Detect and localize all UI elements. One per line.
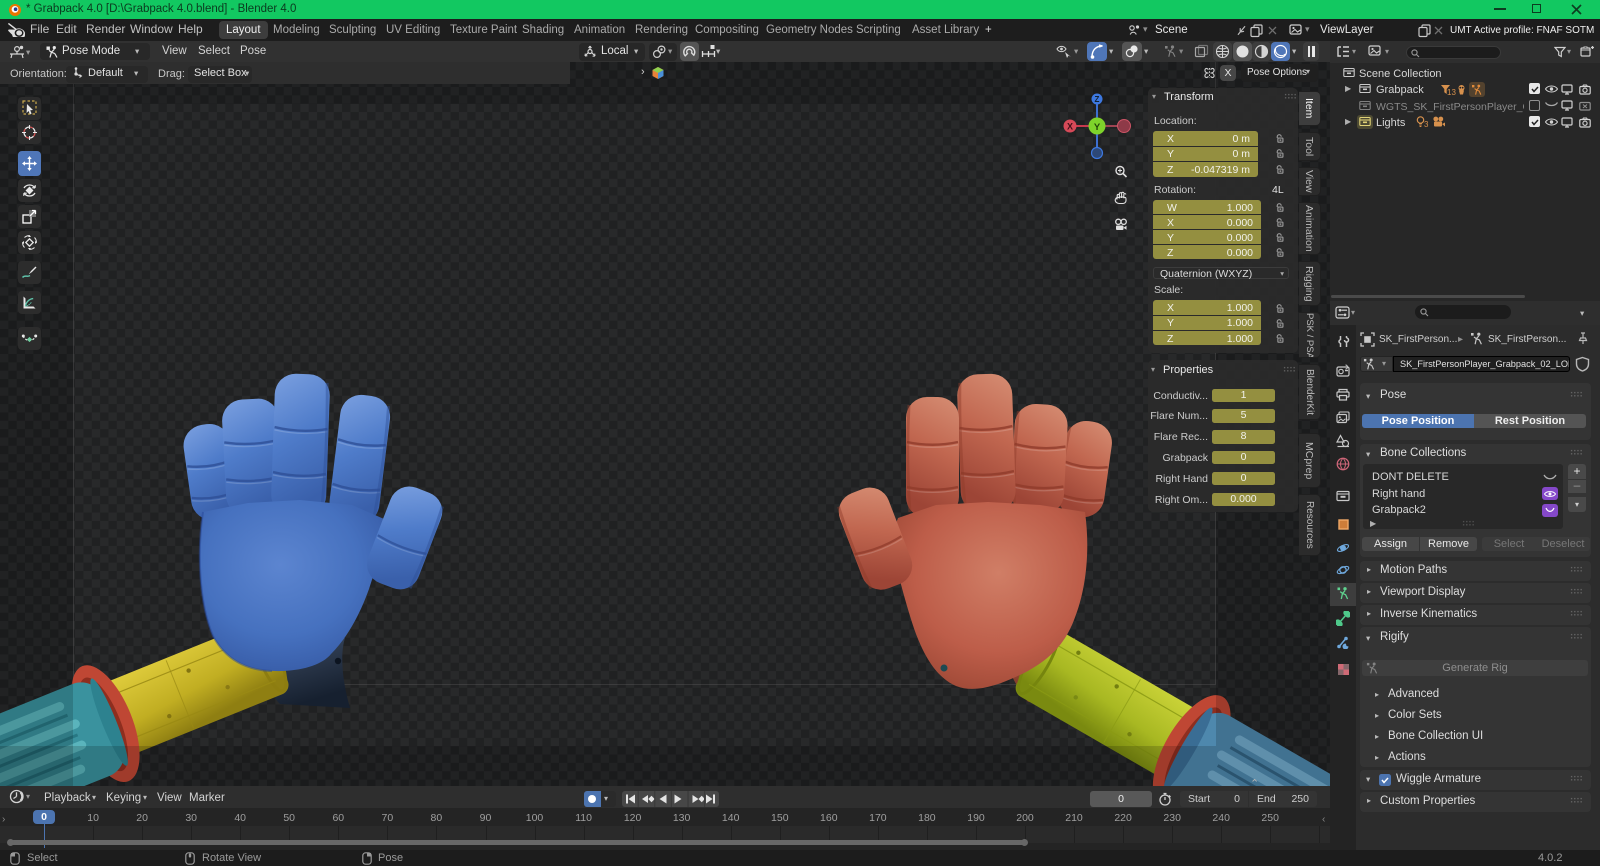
svg-text:X: X — [1067, 122, 1073, 132]
svg-text:Y: Y — [1094, 122, 1101, 133]
svg-text:Z: Z — [1095, 95, 1100, 104]
